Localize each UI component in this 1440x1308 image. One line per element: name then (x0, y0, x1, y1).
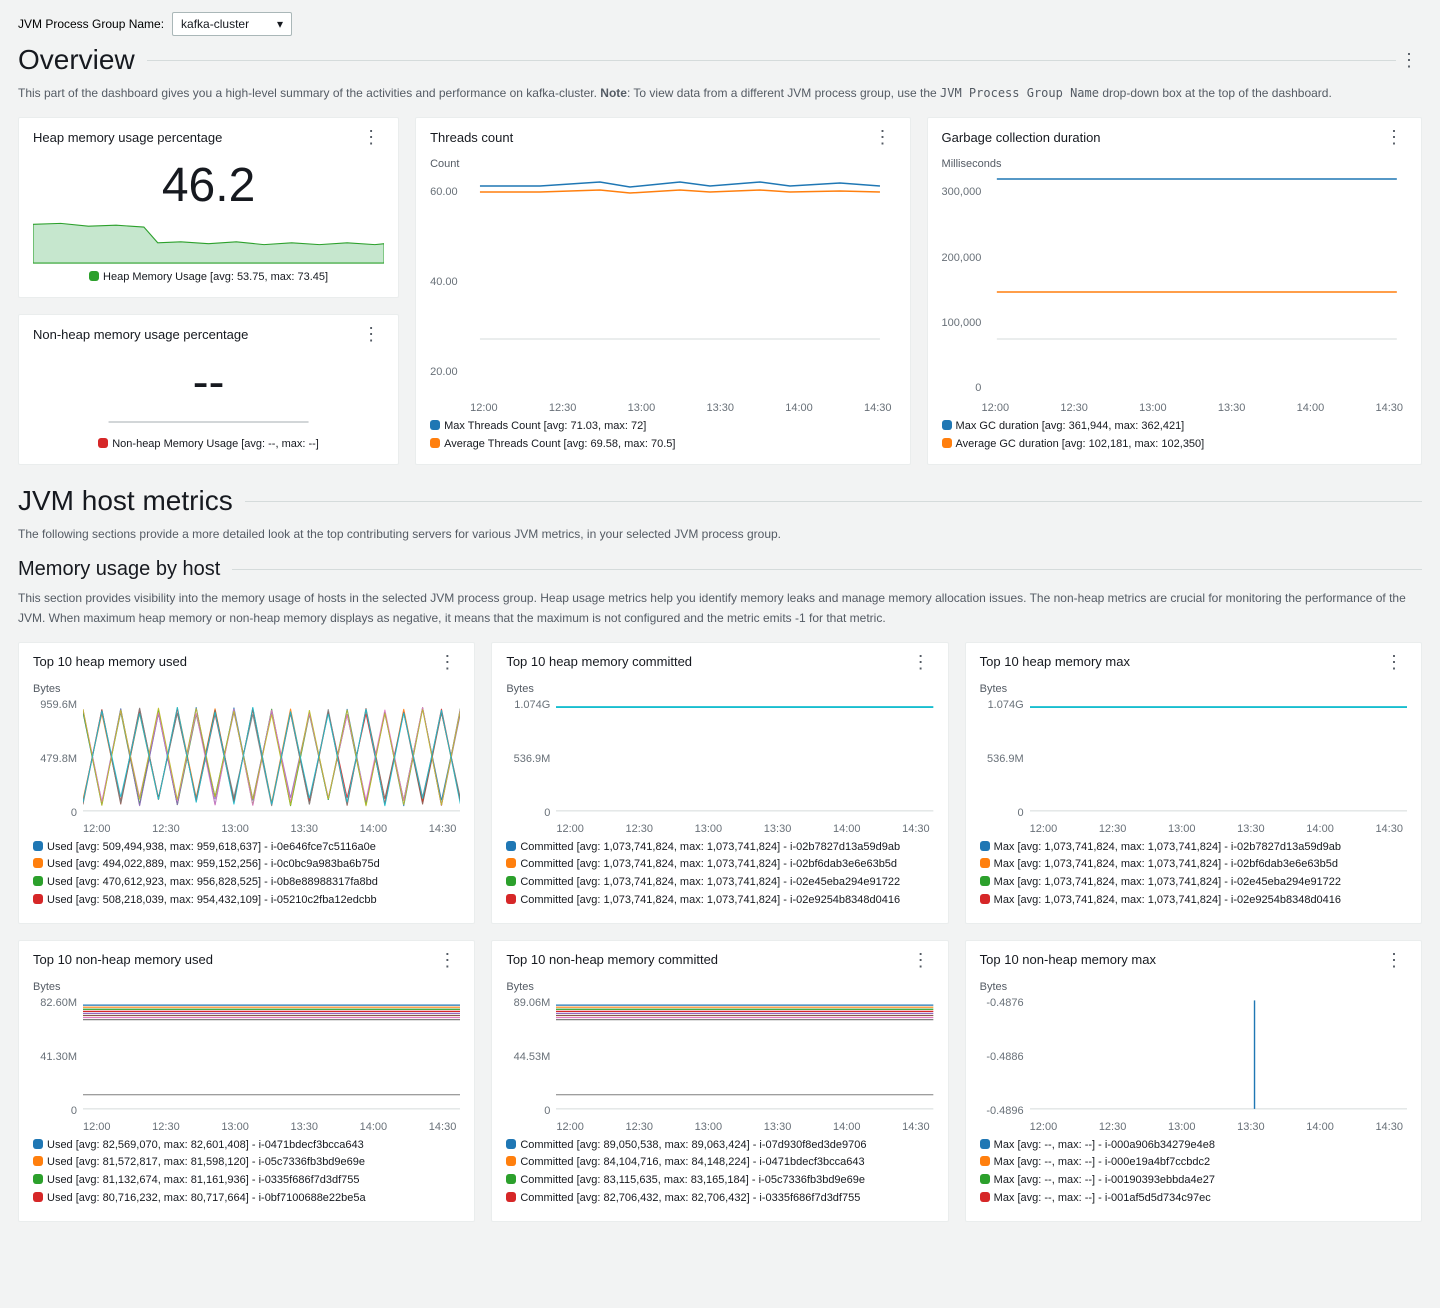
unit-label: Count (430, 158, 895, 170)
legend: Max [avg: 1,073,741,824, max: 1,073,741,… (980, 835, 1407, 909)
time-axis: 12:0012:3013:0013:3014:0014:30 (980, 1117, 1407, 1133)
unit-label: Bytes (33, 981, 460, 993)
panel-title: Top 10 non-heap memory used (33, 952, 213, 967)
heap-pct-panel: Heap memory usage percentage ⋮ 46.2 Heap… (18, 117, 399, 298)
panel-title: Non-heap memory usage percentage (33, 327, 248, 342)
time-axis: 12:0012:3013:0013:3014:0014:30 (980, 819, 1407, 835)
panel-menu-icon[interactable]: ⋮ (358, 128, 384, 146)
chart (1030, 699, 1407, 819)
heap_used-panel: Top 10 heap memory used⋮Bytes959.6M479.8… (18, 642, 475, 924)
panel-menu-icon[interactable]: ⋮ (870, 128, 896, 146)
unit-label: Milliseconds (942, 158, 1407, 170)
panel-title: Threads count (430, 130, 513, 145)
process-group-selector[interactable]: kafka-cluster ▾ (172, 12, 292, 36)
overview-desc: This part of the dashboard gives you a h… (18, 84, 1422, 103)
panel-title: Top 10 non-heap memory max (980, 952, 1156, 967)
nonheap-pct-panel: Non-heap memory usage percentage ⋮ -- No… (18, 314, 399, 465)
nonheap-pct-sparkline (33, 412, 384, 432)
legend: Max [avg: --, max: --] - i-000a906b34279… (980, 1133, 1407, 1207)
unit-label: Bytes (980, 683, 1407, 695)
chevron-down-icon: ▾ (277, 17, 283, 31)
unit-label: Bytes (980, 981, 1407, 993)
chart (556, 699, 933, 819)
panel-menu-icon[interactable]: ⋮ (1381, 653, 1407, 671)
panel-menu-icon[interactable]: ⋮ (1381, 128, 1407, 146)
panel-menu-icon[interactable]: ⋮ (358, 325, 384, 343)
nonheap_committed-panel: Top 10 non-heap memory committed⋮Bytes89… (491, 940, 948, 1222)
nonheap-pct-value: -- (33, 355, 384, 410)
heap-pct-sparkline (33, 215, 384, 265)
legend: Committed [avg: 1,073,741,824, max: 1,07… (506, 835, 933, 909)
time-axis: 12:0012:3013:0013:3014:0014:30 (506, 1117, 933, 1133)
heap-pct-value: 46.2 (33, 158, 384, 213)
overview-menu-icon[interactable]: ⋮ (1396, 51, 1422, 69)
selector-value: kafka-cluster (181, 17, 249, 31)
threads-panel: Threads count ⋮ Count 60.00 40.00 20.00 … (415, 117, 910, 465)
memory-section-title: Memory usage by host (18, 558, 220, 581)
chart (83, 699, 460, 819)
heap_committed-panel: Top 10 heap memory committed⋮Bytes1.074G… (491, 642, 948, 924)
legend: Used [avg: 509,494,938, max: 959,618,637… (33, 835, 460, 909)
selector-label: JVM Process Group Name: (18, 17, 164, 31)
chart (1030, 997, 1407, 1117)
unit-label: Bytes (506, 683, 933, 695)
memory-section-desc: This section provides visibility into th… (18, 589, 1422, 627)
panel-title: Top 10 heap memory committed (506, 654, 692, 669)
legend: Committed [avg: 89,050,538, max: 89,063,… (506, 1133, 933, 1207)
gc-chart (987, 174, 1407, 344)
panel-title: Top 10 non-heap memory committed (506, 952, 718, 967)
nonheap_used-panel: Top 10 non-heap memory used⋮Bytes82.60M4… (18, 940, 475, 1222)
unit-label: Bytes (33, 683, 460, 695)
time-axis: 12:0012:3013:0013:3014:0014:30 (506, 819, 933, 835)
heap_max-panel: Top 10 heap memory max⋮Bytes1.074G536.9M… (965, 642, 1422, 924)
host-metrics-desc: The following sections provide a more de… (18, 525, 1422, 544)
unit-label: Bytes (506, 981, 933, 993)
time-axis: 12:0012:3013:0013:3014:0014:30 (942, 398, 1407, 414)
gc-panel: Garbage collection duration ⋮ Millisecon… (927, 117, 1422, 465)
panel-menu-icon[interactable]: ⋮ (1381, 951, 1407, 969)
panel-menu-icon[interactable]: ⋮ (908, 951, 934, 969)
threads-chart (464, 174, 896, 344)
chart (556, 997, 933, 1117)
overview-title: Overview (18, 44, 135, 76)
panel-title: Garbage collection duration (942, 130, 1101, 145)
nonheap_max-panel: Top 10 non-heap memory max⋮Bytes-0.4876-… (965, 940, 1422, 1222)
panel-menu-icon[interactable]: ⋮ (434, 653, 460, 671)
panel-title: Heap memory usage percentage (33, 130, 222, 145)
host-metrics-title: JVM host metrics (18, 485, 233, 517)
time-axis: 12:0012:3013:0013:3014:0014:30 (33, 1117, 460, 1133)
panel-menu-icon[interactable]: ⋮ (908, 653, 934, 671)
legend: Used [avg: 82,569,070, max: 82,601,408] … (33, 1133, 460, 1207)
panel-title: Top 10 heap memory used (33, 654, 187, 669)
panel-menu-icon[interactable]: ⋮ (434, 951, 460, 969)
time-axis: 12:0012:3013:0013:3014:0014:30 (430, 398, 895, 414)
panel-title: Top 10 heap memory max (980, 654, 1130, 669)
time-axis: 12:0012:3013:0013:3014:0014:30 (33, 819, 460, 835)
chart (83, 997, 460, 1117)
